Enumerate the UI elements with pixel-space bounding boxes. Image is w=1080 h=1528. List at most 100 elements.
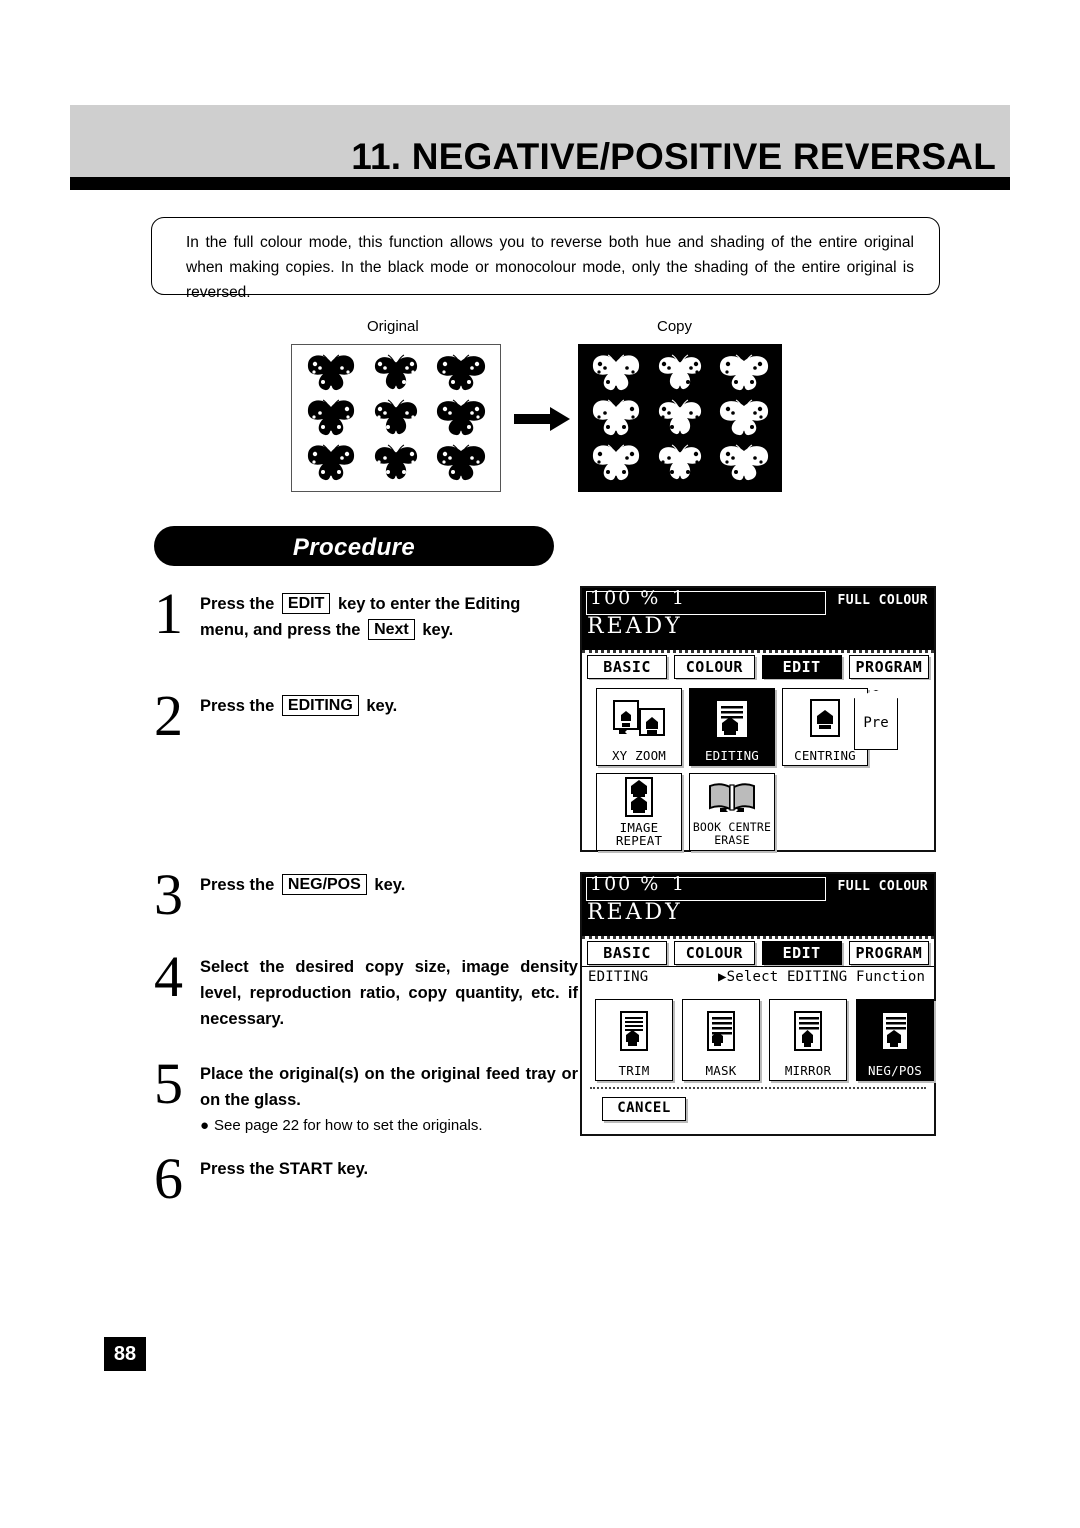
step-number: 4 — [154, 944, 183, 1009]
butterfly-icon — [719, 354, 769, 390]
step-text: key. — [374, 876, 406, 894]
step-text: Press the START key. — [200, 1160, 369, 1178]
zoom-ratio: 100 % — [590, 587, 661, 609]
intro-box: In the full colour mode, this function a… — [151, 217, 940, 301]
function-button-image-repeat[interactable]: IMAGE REPEAT — [596, 773, 682, 851]
butterfly-icon — [719, 444, 769, 481]
butterfly-cell — [303, 352, 359, 394]
butterfly-cell — [368, 442, 424, 484]
function-button-trim[interactable]: TRIM — [595, 999, 673, 1081]
editing-function-grid: TRIM MASK MIRROR NEG/POS — [582, 989, 934, 1081]
butterfly-icon — [719, 399, 769, 436]
butterfly-cell — [368, 352, 424, 394]
colour-mode-label: FULL COLOUR — [837, 879, 928, 894]
lcd-tab-bar: BASIC COLOUR EDIT PROGRAM — [582, 936, 934, 966]
page-number: 88 — [104, 1337, 146, 1371]
butterfly-icon — [592, 399, 640, 436]
function-label: CENTRING — [794, 748, 856, 763]
preview-tab[interactable]: Pre — [854, 690, 898, 750]
function-label: TRIM — [618, 1063, 650, 1078]
book-centre-erase-icon — [706, 774, 758, 821]
tab-edit[interactable]: EDIT — [761, 654, 842, 679]
butterfly-cell — [652, 352, 708, 394]
step-number: 6 — [154, 1146, 183, 1211]
butterfly-icon — [658, 399, 702, 435]
mask-icon — [701, 1000, 741, 1064]
centring-icon — [805, 689, 845, 749]
tab-colour[interactable]: COLOUR — [674, 940, 755, 965]
butterfly-cell — [716, 352, 772, 394]
colour-mode-label: FULL COLOUR — [837, 593, 928, 608]
function-label: MASK — [705, 1063, 737, 1078]
cancel-button[interactable]: CANCEL — [602, 1097, 686, 1121]
function-button-book-centre-erase[interactable]: BOOK CENTRE ERASE — [689, 773, 775, 851]
copy-label: Copy — [657, 318, 693, 335]
function-label: BOOK CENTRE ERASE — [692, 820, 772, 847]
procedure-title: Procedure — [292, 534, 416, 561]
zoom-ratio: 100 % — [590, 873, 661, 895]
header-rule — [70, 177, 1010, 190]
keycap-editing: EDITING — [281, 695, 359, 716]
status-prompt: ▶Select EDITING Function — [718, 969, 926, 985]
function-label: EDITING — [704, 748, 760, 763]
copy-count: 1 — [671, 587, 684, 609]
step-number: 1 — [154, 581, 183, 646]
mirror-icon — [788, 1000, 828, 1064]
bullet-icon: ● — [200, 1117, 210, 1134]
butterfly-cell — [652, 397, 708, 439]
step-text: Press the — [200, 876, 275, 894]
function-label: MIRROR — [784, 1063, 832, 1078]
status-mode: EDITING — [588, 969, 649, 985]
machine-status: READY — [587, 900, 683, 925]
butterfly-icon — [437, 354, 486, 391]
butterfly-cell — [368, 397, 424, 439]
butterfly-icon — [658, 444, 702, 480]
butterfly-icon — [592, 354, 640, 390]
butterfly-cell — [433, 397, 489, 439]
copy-count: 1 — [671, 873, 684, 895]
right-arrow-icon — [514, 407, 570, 431]
butterfly-icon — [374, 444, 418, 479]
function-button-mask[interactable]: MASK — [682, 999, 760, 1081]
butterfly-cell — [588, 352, 644, 394]
function-label: XY ZOOM — [611, 748, 667, 763]
tab-basic[interactable]: BASIC — [587, 654, 668, 679]
step-text: key. — [366, 697, 398, 715]
function-button-neg-pos[interactable]: NEG/POS — [856, 999, 934, 1081]
function-label: NEG/POS — [867, 1063, 923, 1078]
tab-program[interactable]: PROGRAM — [848, 940, 929, 965]
step-number: 3 — [154, 862, 183, 927]
lcd-status-header: 100 % 1 FULL COLOUR READY — [582, 873, 934, 936]
tab-basic[interactable]: BASIC — [587, 940, 668, 965]
function-button-mirror[interactable]: MIRROR — [769, 999, 847, 1081]
lcd-status-header: 100 % 1 FULL COLOUR READY — [582, 587, 934, 650]
butterfly-cell — [433, 442, 489, 484]
image-repeat-icon — [619, 774, 659, 821]
lcd-panel-edit-menu: 100 % 1 FULL COLOUR READY BASIC COLOUR E… — [580, 586, 936, 852]
tab-colour[interactable]: COLOUR — [674, 654, 755, 679]
butterfly-cell — [303, 397, 359, 439]
butterfly-cell — [716, 442, 772, 484]
editing-icon — [710, 689, 754, 749]
butterfly-cell — [433, 352, 489, 394]
tab-program[interactable]: PROGRAM — [848, 654, 929, 679]
page-title: 11. NEGATIVE/POSITIVE REVERSAL — [351, 136, 996, 177]
lcd-function-area: TRIM MASK MIRROR NEG/POS CANCEL — [582, 989, 934, 1133]
butterfly-icon — [307, 354, 354, 391]
step-text: key to enter the Editing — [337, 595, 521, 613]
butterfly-icon — [437, 444, 486, 480]
butterfly-icon — [307, 444, 354, 480]
lcd-tab-bar: BASIC COLOUR EDIT PROGRAM — [582, 650, 934, 680]
trim-icon — [614, 1000, 654, 1064]
step-text: Select the desired copy size, image dens… — [200, 958, 578, 1028]
step-note-text: See page 22 for how to set the originals… — [214, 1117, 483, 1134]
tab-edit[interactable]: EDIT — [761, 940, 842, 965]
function-button-editing[interactable]: EDITING — [689, 688, 775, 766]
machine-status: READY — [587, 614, 683, 639]
step-text: key. — [422, 621, 454, 639]
xy-zoom-icon — [611, 689, 667, 749]
step-note: ● See page 22 for how to set the original… — [200, 1114, 578, 1138]
keycap-edit: EDIT — [281, 593, 331, 614]
function-button-xy-zoom[interactable]: XY ZOOM — [596, 688, 682, 766]
butterfly-icon — [658, 354, 702, 389]
